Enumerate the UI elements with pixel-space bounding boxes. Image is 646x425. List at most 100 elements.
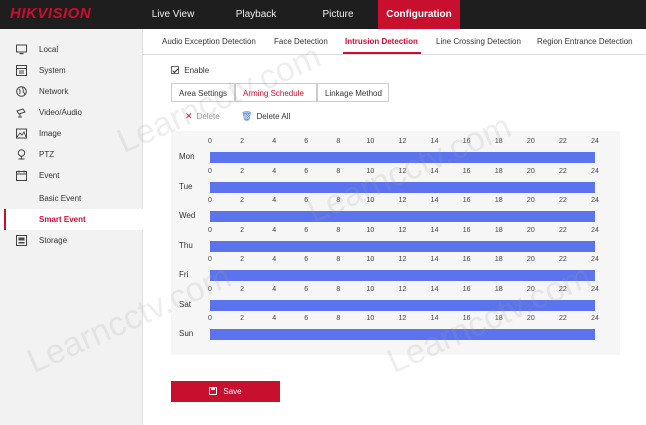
delete-button[interactable]: ✕ Delete — [185, 111, 220, 122]
nav-live-view[interactable]: Live View — [132, 0, 214, 29]
top-navigation-bar: HIKVISION Live View Playback Picture Con… — [0, 0, 646, 29]
hour-tick-label: 0 — [208, 197, 212, 204]
hour-tick-label: 24 — [591, 138, 599, 145]
schedule-bar-thu[interactable] — [210, 240, 595, 252]
sidebar-item-smart-event[interactable]: Smart Event — [0, 209, 143, 230]
hour-tick-label: 8 — [336, 315, 341, 322]
hour-tick-label: 2 — [240, 256, 245, 263]
sidebar-item-label: Local — [39, 45, 59, 54]
hour-tick-label: 24 — [591, 285, 599, 293]
floppy-disk-icon — [209, 387, 218, 395]
close-icon: ✕ — [185, 111, 193, 121]
hour-tick-label: 22 — [559, 315, 567, 322]
enable-toggle[interactable]: Enable — [171, 66, 209, 75]
hour-tick-label: 2 — [240, 138, 245, 145]
save-label: Save — [223, 387, 242, 396]
sidebar-item-label: Basic Event — [39, 194, 82, 203]
nav-configuration[interactable]: Configuration — [378, 0, 460, 29]
sidebar-item-label: Video/Audio — [39, 108, 82, 117]
hour-tick-label: 2 — [240, 167, 245, 175]
sidebar-item-network[interactable]: Network — [0, 81, 143, 102]
tab-region-entrance-detection[interactable]: Region Entrance Detection — [537, 37, 633, 46]
delete-label: Delete — [196, 112, 220, 121]
step-area-settings[interactable]: Area Settings — [171, 83, 235, 102]
hour-tick-label: 8 — [336, 138, 341, 145]
delete-all-label: Delete All — [256, 112, 291, 121]
hour-tick-label: 6 — [304, 226, 309, 234]
trash-icon: 🗑 — [241, 111, 253, 121]
hour-tick-label: 16 — [462, 226, 471, 234]
nav-picture[interactable]: Picture — [298, 0, 378, 29]
hour-tick-label: 0 — [208, 256, 212, 263]
hour-tick-label: 20 — [526, 256, 535, 263]
nav-playback[interactable]: Playback — [214, 0, 298, 29]
image-icon — [16, 128, 27, 139]
sidebar-item-image[interactable]: Image — [0, 123, 143, 144]
hour-tick-label: 24 — [591, 167, 599, 175]
hour-tick-label: 18 — [494, 226, 503, 234]
step-arming-schedule[interactable]: Arming Schedule — [235, 83, 317, 102]
tab-intrusion-detection[interactable]: Intrusion Detection — [345, 37, 418, 46]
hour-tick-label: 16 — [462, 256, 471, 263]
hour-tick-label: 16 — [462, 315, 471, 322]
day-label-thu: Thu — [179, 240, 193, 250]
hour-tick-label: 0 — [208, 285, 212, 293]
hour-tick-label: 20 — [526, 138, 535, 145]
hour-tick-label: 20 — [526, 226, 535, 234]
sidebar-item-system[interactable]: System — [0, 60, 143, 81]
hour-tick-label: 14 — [430, 226, 439, 234]
sidebar-item-label: System — [39, 66, 66, 75]
schedule-bar-wed[interactable] — [210, 211, 595, 222]
delete-all-button[interactable]: 🗑 Delete All — [241, 111, 290, 122]
schedule-bar-sun[interactable] — [210, 329, 595, 340]
hour-tick-label: 6 — [304, 197, 309, 204]
save-button[interactable]: Save — [171, 381, 280, 402]
hour-tick-label: 18 — [494, 197, 503, 204]
hour-tick-label: 0 — [208, 315, 212, 322]
hour-tick-label: 8 — [336, 285, 341, 293]
hour-tick-label: 4 — [272, 138, 277, 145]
enable-checkbox[interactable] — [171, 66, 179, 74]
schedule-bar-mon[interactable] — [210, 152, 595, 163]
sidebar-item-label: Storage — [39, 236, 68, 245]
hour-tick-label: 22 — [559, 226, 567, 234]
hour-tick-label: 22 — [559, 197, 567, 204]
hour-tick-label: 2 — [240, 197, 245, 204]
sidebar-item-event[interactable]: Event — [0, 165, 143, 186]
ptz-icon — [17, 149, 26, 160]
hour-tick-label: 18 — [494, 167, 503, 175]
hour-tick-label: 18 — [494, 256, 503, 263]
sidebar-item-storage[interactable]: Storage — [0, 230, 143, 251]
hour-tick-label: 10 — [366, 256, 375, 263]
schedule-bar-tue[interactable] — [210, 181, 595, 193]
hour-tick-label: 8 — [336, 256, 341, 263]
hikvision-logo: HIKVISION — [10, 5, 92, 22]
sidebar-item-ptz[interactable]: PTZ — [0, 144, 143, 165]
sidebar-item-basic-event[interactable]: Basic Event — [0, 188, 143, 209]
hour-tick-label: 0 — [208, 138, 212, 145]
step-linkage-method[interactable]: Linkage Method — [317, 83, 389, 102]
hour-tick-label: 16 — [462, 138, 471, 145]
schedule-bar-sat[interactable] — [210, 299, 595, 311]
hour-tick-label: 22 — [559, 138, 567, 145]
hour-tick-label: 4 — [272, 167, 277, 175]
hour-tick-label: 4 — [272, 226, 277, 234]
hour-tick-label: 12 — [398, 226, 407, 234]
sidebar-item-label: Smart Event — [39, 215, 86, 224]
tab-face-detection[interactable]: Face Detection — [274, 37, 328, 46]
hour-tick-label: 4 — [272, 197, 277, 204]
hour-tick-label: 16 — [462, 197, 471, 204]
hour-tick-label: 8 — [336, 226, 341, 234]
hour-tick-label: 24 — [591, 315, 599, 322]
schedule-bar-fri[interactable] — [210, 270, 595, 281]
sidebar-item-local[interactable]: Local — [0, 39, 143, 60]
hour-tick-label: 20 — [526, 315, 535, 322]
sidebar-item-video-audio[interactable]: Video/Audio — [0, 102, 143, 123]
hour-tick-label: 10 — [366, 167, 375, 175]
hour-tick-label: 10 — [366, 315, 375, 322]
tab-audio-exception-detection[interactable]: Audio Exception Detection — [162, 37, 256, 46]
arming-schedule-grid[interactable]: 0 2 4 6 8 10 12 14 16 18 20 22 24 Mon 0 2 4 6 8 10 12 14 16 18 2… — [171, 131, 620, 355]
day-label-tue: Tue — [179, 181, 193, 191]
tab-line-crossing-detection[interactable]: Line Crossing Detection — [436, 37, 521, 46]
storage-icon — [16, 235, 27, 246]
